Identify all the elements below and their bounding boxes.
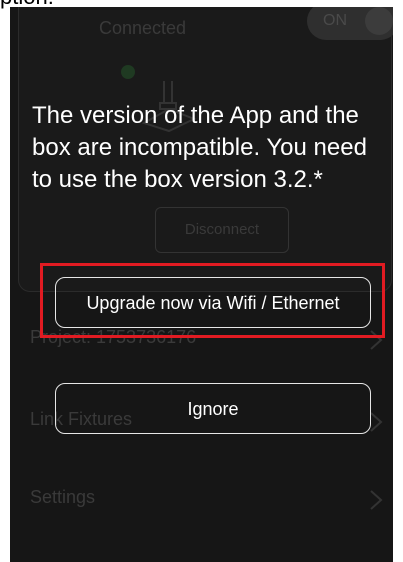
power-toggle[interactable]: ON (307, 7, 393, 40)
upgrade-button[interactable]: Upgrade now via Wifi / Ethernet (55, 277, 371, 328)
incompatible-version-message: The version of the App and the box are i… (32, 102, 367, 193)
toggle-label: ON (323, 12, 347, 29)
settings-row[interactable]: Settings (30, 487, 385, 517)
settings-label: Settings (30, 487, 96, 507)
toggle-knob (365, 7, 393, 35)
chevron-right-icon (370, 490, 383, 510)
disconnect-button[interactable]: Disconnect (155, 207, 289, 253)
app-screen: Connected ON Disconnect Project: 1753736… (10, 7, 393, 562)
connection-status: Connected (99, 18, 187, 38)
status-dot (121, 65, 135, 79)
ignore-button[interactable]: Ignore (55, 383, 371, 434)
